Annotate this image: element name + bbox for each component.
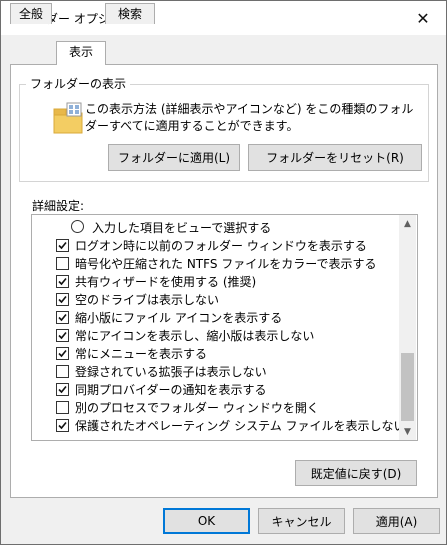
advanced-settings-items: 入力した項目をビューで選択する ログオン時に以前のフォルダー ウィンドウを表示す…	[32, 215, 399, 440]
close-icon[interactable]: ✕	[400, 1, 446, 35]
list-item[interactable]: 縮小版にファイル アイコンを表示する	[32, 308, 399, 326]
list-item-label: 入力した項目をビューで選択する	[92, 221, 272, 235]
reset-folders-button[interactable]: フォルダーをリセット(R)	[248, 144, 422, 171]
restore-defaults-button[interactable]: 既定値に戻す(D)	[295, 460, 417, 486]
checkbox[interactable]	[56, 257, 69, 270]
apply-button[interactable]: 適用(A)	[353, 508, 440, 534]
advanced-settings-list[interactable]: 入力した項目をビューで選択する ログオン時に以前のフォルダー ウィンドウを表示す…	[31, 214, 418, 441]
list-item[interactable]: 暗号化や圧縮された NTFS ファイルをカラーで表示する	[32, 254, 399, 272]
list-item-label: 暗号化や圧縮された NTFS ファイルをカラーで表示する	[75, 257, 377, 271]
cancel-button[interactable]: キャンセル	[258, 508, 345, 534]
list-item-label: 同期プロバイダーの通知を表示する	[75, 383, 267, 397]
scroll-up-icon[interactable]: ▲	[399, 215, 416, 232]
list-item-label: 登録されている拡張子は表示しない	[75, 365, 267, 379]
folder-icon	[53, 101, 85, 135]
list-item[interactable]: 保護されたオペレーティング システム ファイルを表示しない (推奨)	[32, 416, 399, 434]
list-item[interactable]: 空のドライブは表示しない	[32, 290, 399, 308]
checkbox[interactable]	[56, 329, 69, 342]
list-item[interactable]: ログオン時に以前のフォルダー ウィンドウを表示する	[32, 236, 399, 254]
list-item[interactable]: 入力した項目をビューで選択する	[32, 218, 399, 236]
list-item[interactable]: 常にメニューを表示する	[32, 344, 399, 362]
radio-button[interactable]	[71, 220, 84, 233]
list-item-label: 別のプロセスでフォルダー ウィンドウを開く	[75, 401, 319, 415]
list-item[interactable]: 常にアイコンを表示し、縮小版は表示しない	[32, 326, 399, 344]
checkbox[interactable]	[56, 419, 69, 432]
scroll-down-icon[interactable]: ▼	[399, 423, 416, 440]
advanced-settings-title: 詳細設定:	[32, 199, 85, 213]
title-bar: フォルダー オプション ✕	[1, 1, 446, 35]
list-item-label: 空のドライブは表示しない	[75, 293, 220, 307]
folder-options-dialog: フォルダー オプション ✕ 全般 表示 検索 フォルダーの表示 この表示方法 (…	[0, 0, 447, 545]
folder-view-title: フォルダーの表示	[26, 75, 131, 92]
checkbox[interactable]	[56, 383, 69, 396]
list-item-label: 共有ウィザードを使用する (推奨)	[75, 275, 257, 289]
list-item[interactable]: 共有ウィザードを使用する (推奨)	[32, 272, 399, 290]
list-item-label: 縮小版にファイル アイコンを表示する	[75, 311, 283, 325]
tab-search[interactable]: 検索	[105, 3, 155, 24]
checkbox[interactable]	[56, 365, 69, 378]
checkbox[interactable]	[56, 293, 69, 306]
list-item[interactable]: 別のプロセスでフォルダー ウィンドウを開く	[32, 398, 399, 416]
checkbox[interactable]	[56, 347, 69, 360]
ok-button[interactable]: OK	[163, 508, 250, 534]
checkbox[interactable]	[56, 239, 69, 252]
apply-to-folders-button[interactable]: フォルダーに適用(L)	[108, 144, 240, 171]
scroll-thumb[interactable]	[401, 353, 414, 421]
tab-general[interactable]: 全般	[10, 3, 52, 24]
folder-view-description: この表示方法 (詳細表示やアイコンなど) をこの種類のフォルダーすべてに適用する…	[85, 102, 414, 133]
checkbox[interactable]	[56, 401, 69, 414]
list-item[interactable]: 登録されている拡張子は表示しない	[32, 362, 399, 380]
list-item[interactable]: 同期プロバイダーの通知を表示する	[32, 380, 399, 398]
tab-view[interactable]: 表示	[56, 41, 106, 65]
list-item-label: 常にメニューを表示する	[75, 347, 208, 361]
list-item-label: 常にアイコンを表示し、縮小版は表示しない	[75, 329, 315, 343]
checkbox[interactable]	[56, 275, 69, 288]
list-item-label: ログオン時に以前のフォルダー ウィンドウを表示する	[75, 239, 367, 253]
vertical-scrollbar[interactable]: ▲ ▼	[399, 215, 416, 440]
checkbox[interactable]	[56, 311, 69, 324]
list-item-label: 保護されたオペレーティング システム ファイルを表示しない (推奨)	[75, 419, 399, 433]
